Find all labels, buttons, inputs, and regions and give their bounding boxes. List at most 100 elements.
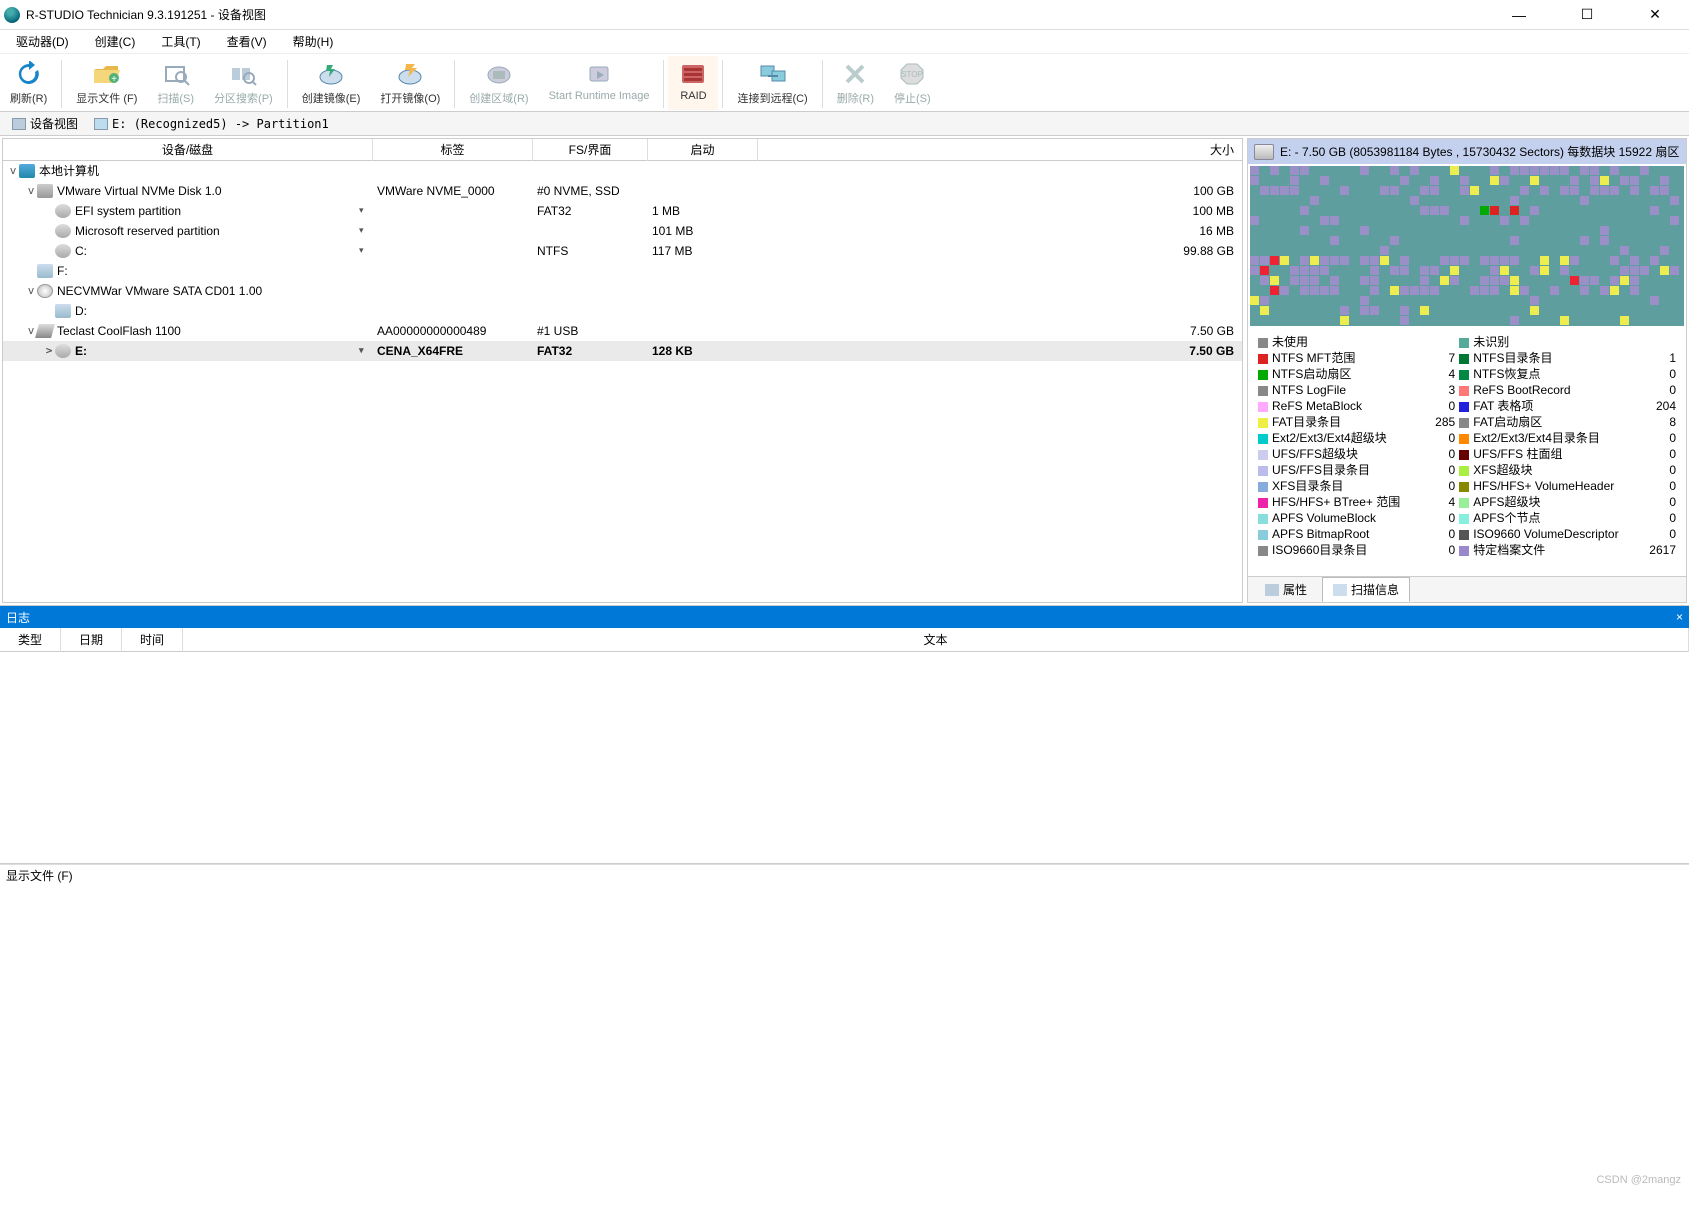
log-col-type[interactable]: 类型 [0, 628, 61, 652]
tree-toggle[interactable]: v [25, 184, 37, 197]
legend-value: 204 [1644, 398, 1678, 414]
legend-value: 0 [1423, 430, 1457, 446]
tree-item-name: NECVMWar VMware SATA CD01 1.00 [57, 284, 262, 298]
col-device[interactable]: 设备/磁盘 [3, 139, 373, 161]
swatch [1459, 434, 1469, 444]
tool-create-image-label: 创建镜像(E) [302, 90, 361, 106]
tool-raid[interactable]: RAID [668, 56, 718, 110]
tool-create-image[interactable]: 创建镜像(E) [292, 56, 371, 110]
log-close-button[interactable]: × [1676, 610, 1683, 624]
tree-row[interactable]: EFI system partition▾FAT321 MB100 MB [3, 201, 1242, 221]
tree-row[interactable]: v本地计算机 [3, 161, 1242, 181]
tool-delete-label: 删除(R) [837, 90, 874, 106]
tab-properties-label: 属性 [1283, 581, 1307, 598]
legend-value: 285 [1423, 414, 1457, 430]
col-fs[interactable]: FS/界面 [533, 139, 648, 161]
legend-value: 0 [1644, 430, 1678, 446]
cell-size: 99.88 GB [758, 244, 1242, 258]
tool-create-region[interactable]: 创建区域(R) [459, 56, 538, 110]
legend-label: NTFS MFT范围 [1272, 351, 1355, 365]
log-col-date[interactable]: 日期 [61, 628, 122, 652]
tree-toggle[interactable]: v [25, 284, 37, 297]
tool-scan[interactable]: 扫描(S) [147, 56, 204, 110]
log-columns: 类型 日期 时间 文本 [0, 628, 1689, 652]
dropdown-icon[interactable]: ▾ [359, 345, 369, 356]
tool-show-files[interactable]: + 显示文件 (F) [66, 56, 147, 110]
legend-label: XFS目录条目 [1272, 479, 1343, 493]
col-label[interactable]: 标签 [373, 139, 533, 161]
legend-value: 0 [1423, 478, 1457, 494]
watermark: CSDN @2mangz [1596, 1174, 1681, 1186]
tree-item-name: Microsoft reserved partition [75, 224, 220, 238]
menu-view[interactable]: 查看(V) [215, 31, 279, 52]
log-col-time[interactable]: 时间 [122, 628, 183, 652]
tool-delete[interactable]: 删除(R) [827, 56, 884, 110]
swatch [1258, 434, 1268, 444]
cell-start: 128 KB [648, 344, 758, 358]
scan-header-text: E: - 7.50 GB (8053981184 Bytes , 1573043… [1280, 143, 1679, 160]
legend-label: NTFS目录条目 [1473, 351, 1552, 365]
tree-row[interactable]: Microsoft reserved partition▾101 MB16 MB [3, 221, 1242, 241]
cell-size: 7.50 GB [758, 344, 1242, 358]
menu-drive[interactable]: 驱动器(D) [4, 31, 81, 52]
col-size[interactable]: 大小 [758, 139, 1242, 161]
legend-value: 3 [1423, 382, 1457, 398]
nav-breadcrumb[interactable]: E: (Recognized5) -> Partition1 [88, 115, 335, 133]
svg-text:STOP: STOP [902, 70, 924, 79]
tool-connect-remote[interactable]: 连接到远程(C) [727, 56, 817, 110]
tree-row[interactable]: v NECVMWar VMware SATA CD01 1.00 [3, 281, 1242, 301]
col-start[interactable]: 启动 [648, 139, 758, 161]
log-col-text[interactable]: 文本 [183, 628, 1689, 652]
dropdown-icon[interactable]: ▾ [359, 205, 369, 216]
close-button[interactable]: ✕ [1633, 1, 1677, 29]
tree-row[interactable]: >E:▾CENA_X64FREFAT32128 KB7.50 GB [3, 341, 1242, 361]
status-text: 显示文件 (F) [6, 867, 73, 884]
stop-icon: STOP [897, 60, 927, 88]
nav-device-view[interactable]: 设备视图 [6, 113, 84, 134]
dropdown-icon[interactable]: ▾ [359, 245, 369, 256]
menubar: 驱动器(D) 创建(C) 工具(T) 查看(V) 帮助(H) [0, 30, 1689, 54]
legend-value: 2617 [1644, 542, 1678, 558]
menu-create[interactable]: 创建(C) [83, 31, 148, 52]
cell-fs: NTFS [533, 244, 648, 258]
create-image-icon [316, 60, 346, 88]
tree-row[interactable]: vVMware Virtual NVMe Disk 1.0VMWare NVME… [3, 181, 1242, 201]
tree-row[interactable]: F: [3, 261, 1242, 281]
legend-value: 0 [1644, 510, 1678, 526]
tree-row[interactable]: vTeclast CoolFlash 1100AA00000000000489#… [3, 321, 1242, 341]
legend-label: 特定档案文件 [1473, 543, 1545, 557]
tool-start-runtime[interactable]: Start Runtime Image [539, 56, 660, 110]
tree-item-name: Teclast CoolFlash 1100 [57, 324, 181, 338]
cell-start: 1 MB [648, 204, 758, 218]
tree-row[interactable]: C:▾NTFS117 MB99.88 GB [3, 241, 1242, 261]
log-body[interactable] [0, 652, 1689, 864]
tool-refresh[interactable]: 刷新(R) [0, 56, 57, 110]
menu-help[interactable]: 帮助(H) [281, 31, 346, 52]
block-map[interactable] [1250, 166, 1684, 326]
tree-item-name: C: [75, 244, 87, 258]
part-icon [55, 344, 71, 358]
legend-value: 0 [1423, 446, 1457, 462]
dropdown-icon[interactable]: ▾ [359, 225, 369, 236]
tab-scan-info[interactable]: 扫描信息 [1322, 577, 1410, 602]
swatch [1258, 482, 1268, 492]
menu-tools[interactable]: 工具(T) [149, 31, 212, 52]
disk-icon [37, 184, 53, 198]
maximize-button[interactable]: ☐ [1565, 1, 1609, 29]
tool-scan-label: 扫描(S) [157, 90, 194, 106]
legend-value: 0 [1423, 398, 1457, 414]
tool-partition-search[interactable]: 分区搜索(P) [204, 56, 283, 110]
tool-open-image[interactable]: 打开镜像(O) [370, 56, 450, 110]
swatch [1459, 450, 1469, 460]
tree-toggle[interactable]: v [7, 164, 19, 177]
tree-toggle[interactable]: > [43, 344, 55, 357]
swatch-unknown [1459, 338, 1469, 348]
tool-stop[interactable]: STOP 停止(S) [884, 56, 941, 110]
legend-label: UFS/FFS目录条目 [1272, 463, 1370, 477]
legend-value: 0 [1644, 366, 1678, 382]
minimize-button[interactable]: — [1497, 1, 1541, 29]
tree-body[interactable]: v本地计算机vVMware Virtual NVMe Disk 1.0VMWar… [3, 161, 1242, 361]
status-bar: 显示文件 (F) [0, 864, 1689, 886]
tab-properties[interactable]: 属性 [1254, 577, 1318, 602]
tree-row[interactable]: D: [3, 301, 1242, 321]
